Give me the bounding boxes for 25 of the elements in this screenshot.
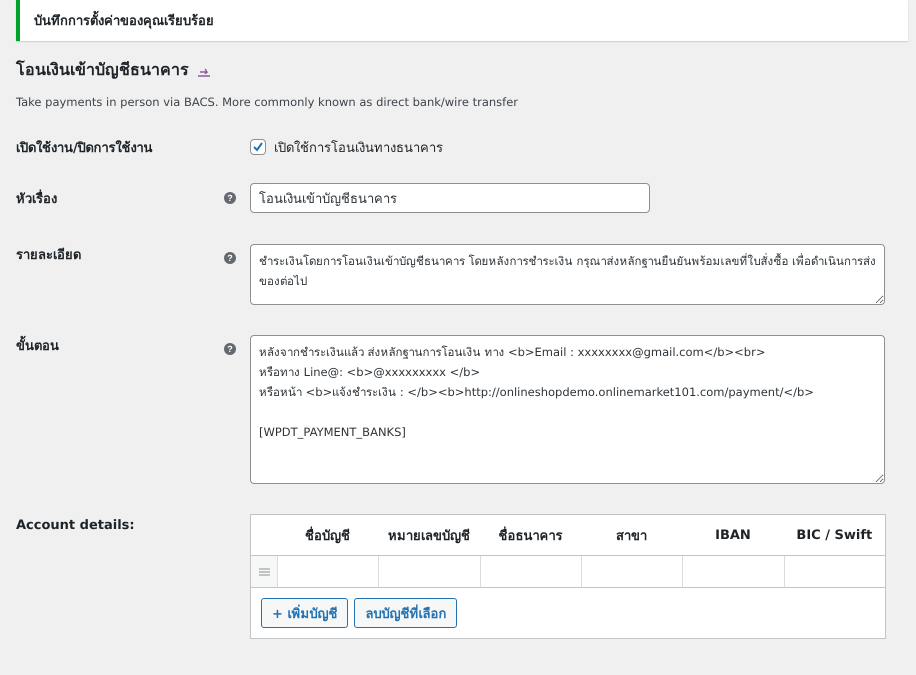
notice-text: บันทึกการตั้งค่าของคุณเรียบร้อย bbox=[34, 10, 214, 31]
field-label: เปิดใช้งาน/ปิดการใช้งาน bbox=[16, 140, 153, 156]
help-icon[interactable]: ? bbox=[224, 343, 236, 355]
column-header: ชื่อบัญชี bbox=[305, 528, 350, 544]
checkbox-label[interactable]: เปิดใช้การโอนเงินทางธนาคาร bbox=[274, 136, 443, 158]
column-header: IBAN bbox=[715, 528, 751, 542]
field-label: รายละเอียด bbox=[16, 246, 81, 263]
drag-handle-icon[interactable] bbox=[258, 568, 270, 576]
text-area[interactable]: ชำระเงินโดยการโอนเงินเข้าบัญชีธนาคาร โดยหลังการชำระเงิน กรุณาส่งหลักฐานยืนยันพร้อมเลขที่ใบสั่งซื้อ เพื่อดำเนินการส่งของต่อไป bbox=[250, 244, 885, 305]
field-label: Account details: bbox=[16, 517, 135, 533]
account-button[interactable]: ลบบัญชีที่เลือก bbox=[354, 598, 458, 628]
column-header: ชื่อธนาคาร bbox=[498, 528, 562, 544]
title-input[interactable]: โอนเงินเข้าบัญชีธนาคาร bbox=[250, 183, 650, 213]
help-icon[interactable]: ? bbox=[224, 252, 236, 264]
column-header: หมายเลขบัญชี bbox=[388, 528, 470, 544]
column-header: BIC / Swift bbox=[796, 528, 872, 542]
section-heading: โอนเงินเข้าบัญชีธนาคาร bbox=[16, 58, 189, 81]
checkbox[interactable] bbox=[250, 139, 266, 155]
help-icon[interactable]: ? bbox=[224, 192, 236, 204]
account-button[interactable]: + เพิ่มบัญชี bbox=[261, 598, 348, 628]
column-header: สาขา bbox=[616, 528, 648, 544]
field-label: ขั้นตอน bbox=[16, 331, 59, 354]
description-text: Take payments in person via BACS. More commonly known as direct bank/wire transfer bbox=[16, 95, 519, 109]
field-label: หัวเรื่อง bbox=[16, 192, 57, 206]
text-area[interactable]: หลังจากชำระเงินแล้ว ส่งหลักฐานการโอนเงิน ทาง <b>Email : xxxxxxxx@gmail.com</b><br> หรือทาง Line@: <b>@xxxxxxxxx </b> หรือหน้า <b>แจ้งชำระเงิน : </b><b>http://onlineshopdemo.onlinemarket101.com/payment/</b> [WPDT_PAYMENT_BANKS] bbox=[250, 335, 885, 484]
